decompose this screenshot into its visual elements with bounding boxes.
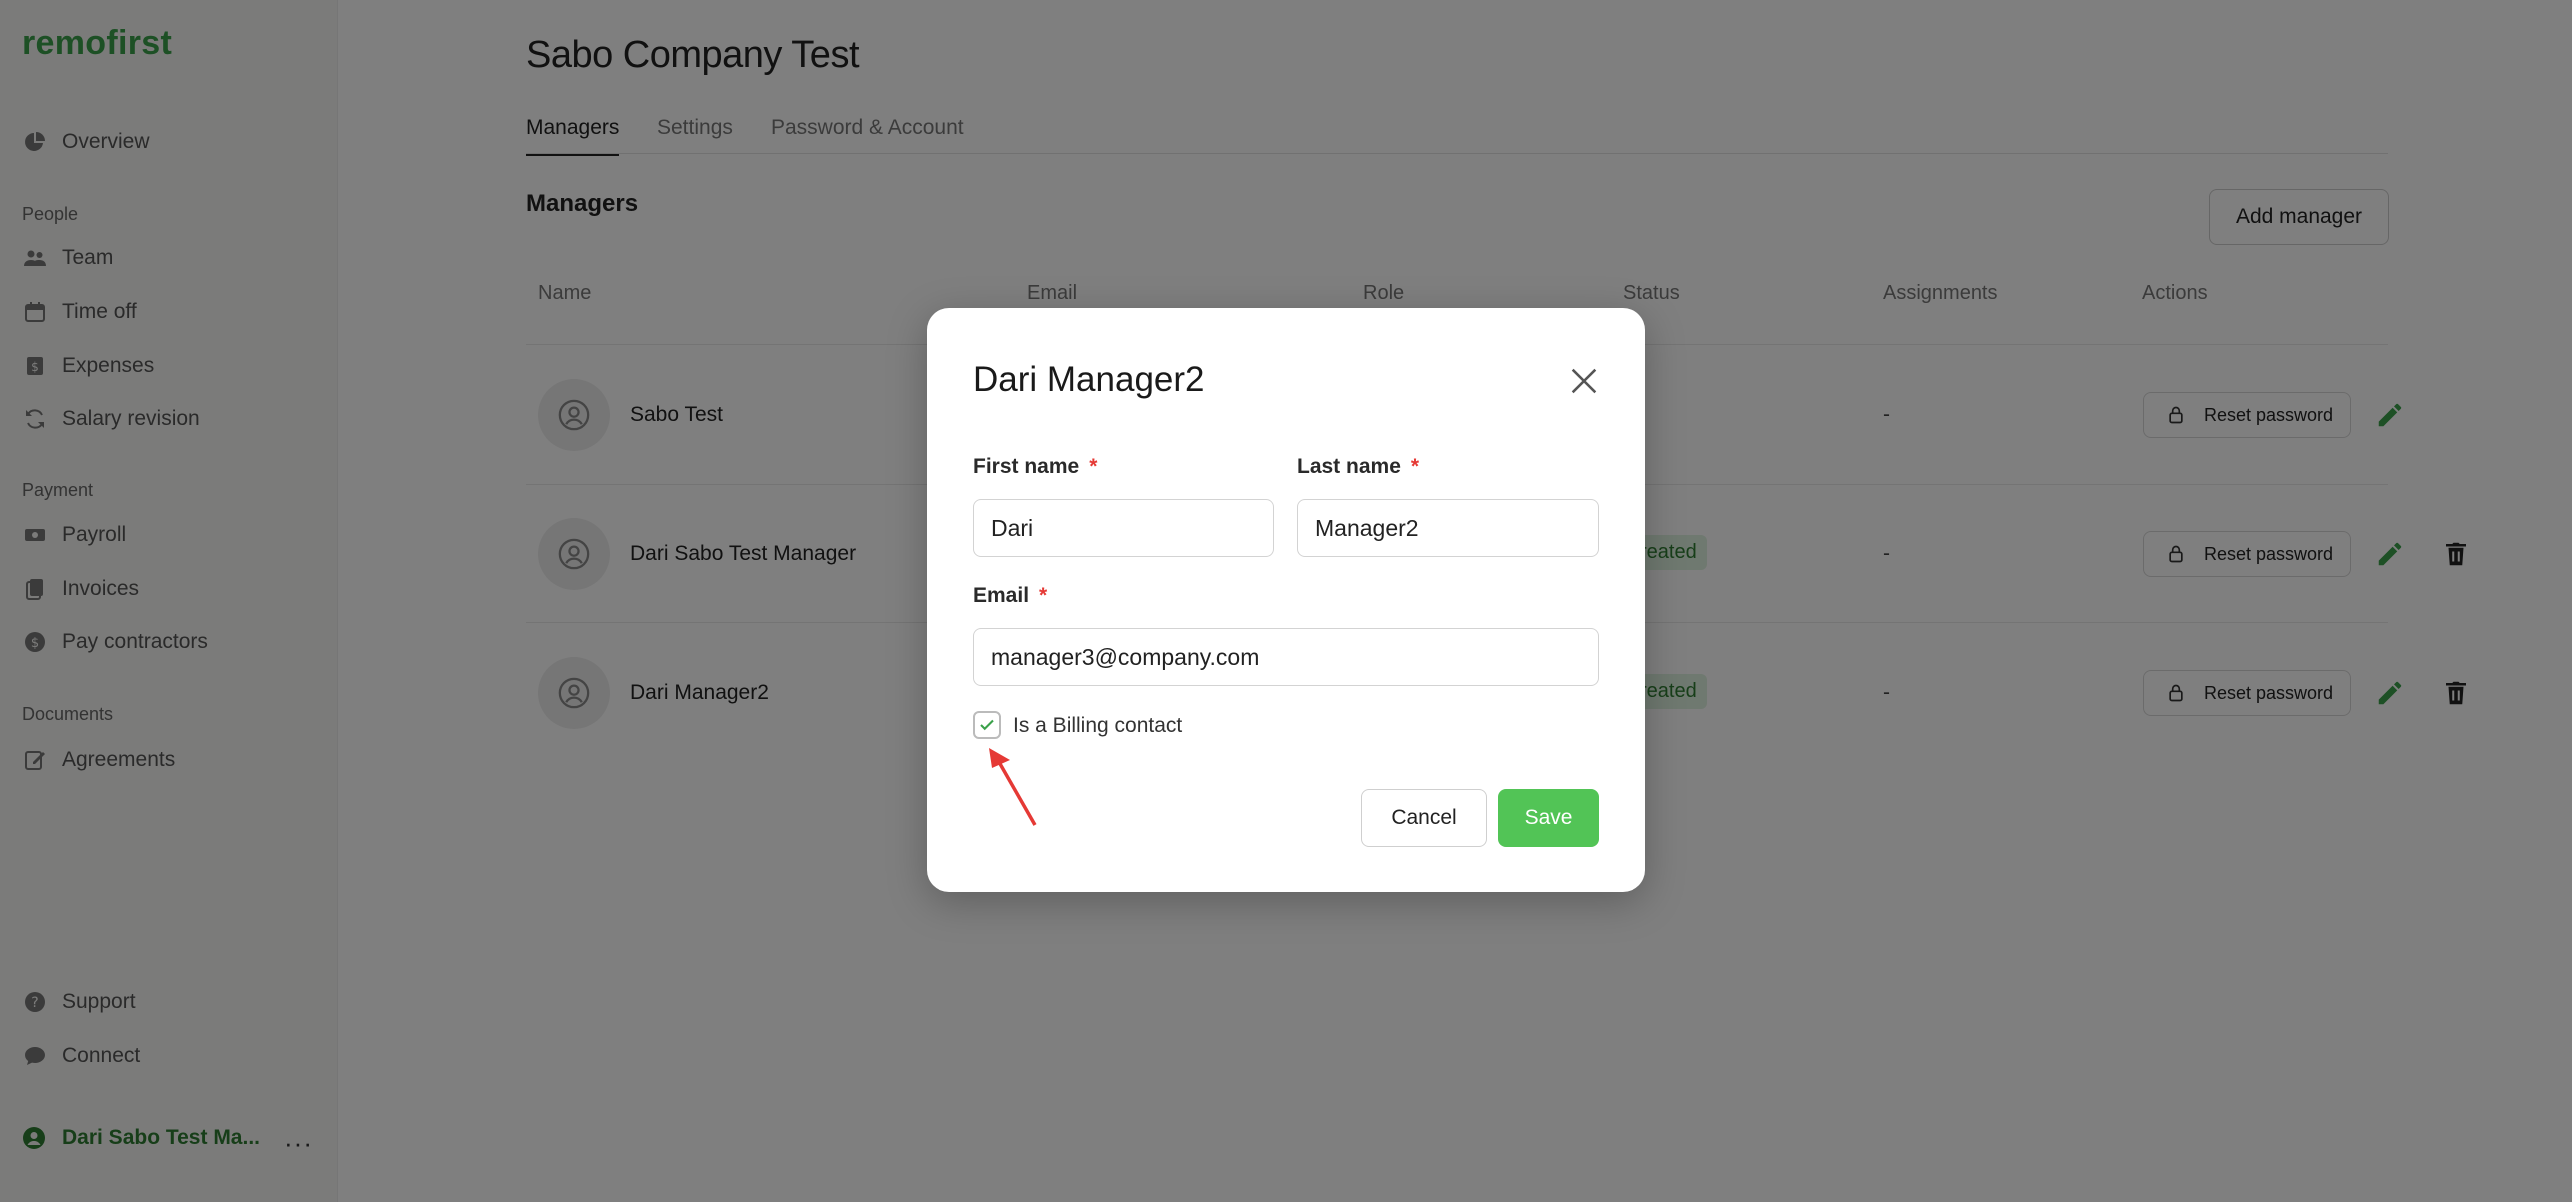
required-marker: * <box>1039 584 1048 607</box>
email-label: Email * <box>973 584 1048 607</box>
first-name-field[interactable] <box>973 499 1274 557</box>
last-name-field[interactable] <box>1297 499 1599 557</box>
close-icon[interactable] <box>1567 364 1601 398</box>
required-marker: * <box>1089 455 1098 478</box>
required-marker: * <box>1410 455 1420 478</box>
edit-manager-dialog: Dari Manager2 First name* Last name* Ema… <box>927 308 1645 892</box>
last-name-label: Last name * <box>1297 455 1420 478</box>
dialog-title: Dari Manager2 <box>973 360 1205 399</box>
billing-contact-label[interactable]: Is a Billing contact <box>1013 714 1182 738</box>
cancel-button[interactable]: Cancel <box>1361 789 1487 847</box>
first-name-label: First name * <box>973 455 1098 478</box>
billing-contact-checkbox[interactable] <box>973 711 1001 739</box>
annotation-arrow-icon <box>989 748 1037 826</box>
email-field[interactable] <box>973 628 1599 686</box>
save-button[interactable]: Save <box>1498 789 1599 847</box>
checkmark-icon <box>980 719 994 731</box>
